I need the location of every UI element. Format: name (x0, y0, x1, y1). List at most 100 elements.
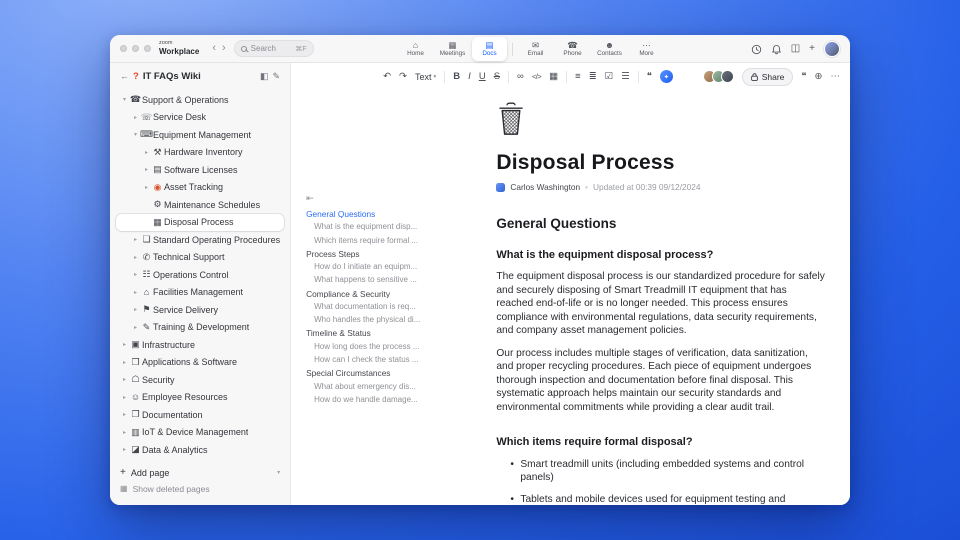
chevron-down-icon[interactable]: ▾ (131, 131, 140, 138)
comment-icon[interactable]: ❝ (647, 72, 652, 82)
collapse-outline-icon[interactable]: ⇤ (306, 194, 420, 203)
align-icon[interactable]: ☰ (621, 72, 630, 82)
compose-icon[interactable]: ✎ (273, 71, 281, 82)
collapse-sidebar-icon[interactable]: ◧ (260, 71, 269, 82)
outline-item-how-long-does-the-process[interactable]: How long does the process ... (306, 343, 420, 351)
bulleted-list-icon[interactable]: ≡ (575, 72, 581, 82)
outline-section-compliance-security[interactable]: Compliance & Security (306, 290, 420, 298)
sidebar-page-infrastructure[interactable]: ▸ ▣ Infrastructure (116, 336, 284, 354)
comments-icon[interactable]: ❝ (801, 72, 806, 82)
chevron-right-icon[interactable]: ▸ (131, 324, 140, 331)
minimize-window-button[interactable] (132, 45, 139, 52)
outline-item-what-about-emergency-dis[interactable]: What about emergency dis... (306, 383, 420, 391)
chevron-right-icon[interactable]: ▸ (120, 376, 129, 383)
share-button[interactable]: Share (741, 67, 794, 86)
tab-email[interactable]: ✉ Email (518, 37, 553, 61)
chevron-right-icon[interactable]: ▸ (120, 429, 129, 436)
sidebar-page-technical-support[interactable]: ▸ ✆ Technical Support (116, 249, 284, 267)
sidebar-page-standard-operating-procedures[interactable]: ▸ ❏ Standard Operating Procedures (116, 231, 284, 249)
tab-home[interactable]: ⌂ Home (398, 37, 433, 61)
outline-item-what-documentation-is-req[interactable]: What documentation is req... (306, 303, 420, 311)
chevron-right-icon[interactable]: ▸ (120, 411, 129, 418)
code-icon[interactable]: </> (532, 73, 542, 81)
sidebar-page-software-licenses[interactable]: ▸ ▤ Software Licenses (116, 161, 284, 179)
strikethrough-icon[interactable]: S (494, 72, 500, 82)
chevron-right-icon[interactable]: ▸ (120, 394, 129, 401)
numbered-list-icon[interactable]: ≣ (589, 72, 597, 82)
bold-icon[interactable]: B (453, 72, 460, 82)
sidebar-page-applications-software[interactable]: ▸ ❒ Applications & Software (116, 354, 284, 372)
sidebar-page-security[interactable]: ▸ ☖ Security (116, 371, 284, 389)
collaborator-avatar[interactable] (720, 70, 734, 83)
checklist-icon[interactable]: ☑ (605, 72, 614, 82)
sidebar-page-documentation[interactable]: ▸ ❐ Documentation (116, 406, 284, 424)
chevron-right-icon[interactable]: ▸ (120, 359, 129, 366)
chevron-right-icon[interactable]: ▸ (120, 341, 129, 348)
outline-item-how-can-i-check-the-status[interactable]: How can I check the status ... (306, 356, 420, 364)
chevron-right-icon[interactable]: ▸ (120, 446, 129, 453)
panel-toggle-icon[interactable]: ◫ (791, 44, 800, 54)
back-button[interactable]: ‹ (212, 43, 216, 54)
chevron-right-icon[interactable]: ▸ (131, 114, 140, 121)
sidebar-page-operations-control[interactable]: ▸ ☷ Operations Control (116, 266, 284, 284)
add-page-button[interactable]: + Add page ▾ (120, 464, 280, 481)
text-style-select[interactable]: Text ▾ (415, 72, 436, 82)
outline-section-process-steps[interactable]: Process Steps (306, 250, 420, 258)
tab-meetings[interactable]: ▦ Meetings (435, 37, 470, 61)
sidebar-page-employee-resources[interactable]: ▸ ☺ Employee Resources (116, 389, 284, 407)
outline-item-how-do-we-handle-damage[interactable]: How do we handle damage... (306, 396, 420, 404)
ai-companion-button[interactable]: ✦ (659, 70, 673, 83)
chevron-right-icon[interactable]: ▸ (131, 306, 140, 313)
tab-docs[interactable]: ▤ Docs (472, 37, 507, 61)
chevron-right-icon[interactable]: ▸ (131, 236, 140, 243)
chevron-right-icon[interactable]: ▸ (131, 289, 140, 296)
forward-button[interactable]: › (222, 43, 226, 54)
underline-icon[interactable]: U (479, 72, 486, 82)
tab-more[interactable]: ⋯ More (629, 37, 664, 61)
redo-icon[interactable]: ↷ (399, 72, 407, 82)
back-arrow-icon[interactable]: ← (120, 71, 129, 81)
document-content[interactable]: Disposal Process Carlos Washington • Upd… (422, 90, 850, 505)
sidebar-page-asset-tracking[interactable]: ▸ ◉ Asset Tracking (116, 179, 284, 197)
plus-icon[interactable]: + (809, 44, 815, 54)
sidebar-page-service-delivery[interactable]: ▸ ⚑ Service Delivery (116, 301, 284, 319)
chevron-right-icon[interactable]: ▸ (142, 166, 151, 173)
history-icon[interactable] (751, 44, 762, 55)
sidebar-page-iot-device-management[interactable]: ▸ ▥ IoT & Device Management (116, 424, 284, 442)
outline-item-who-handles-the-physical-di[interactable]: Who handles the physical di... (306, 316, 420, 324)
chevron-down-icon[interactable]: ▾ (120, 96, 129, 103)
close-window-button[interactable] (120, 45, 127, 52)
outline-section-special-circumstances[interactable]: Special Circumstances (306, 369, 420, 377)
outline-section-general-questions[interactable]: General Questions (306, 210, 420, 218)
italic-icon[interactable]: I (468, 72, 471, 82)
bell-icon[interactable] (771, 44, 782, 55)
sidebar-page-service-desk[interactable]: ▸ ☏ Service Desk (116, 109, 284, 127)
chevron-right-icon[interactable]: ▸ (131, 254, 140, 261)
chevron-down-icon[interactable]: ▾ (277, 469, 280, 476)
sidebar-page-support-operations[interactable]: ▾ ☎ Support & Operations (116, 91, 284, 109)
outline-section-timeline-status[interactable]: Timeline & Status (306, 329, 420, 337)
sidebar-page-disposal-process[interactable]: ▦ Disposal Process (116, 213, 285, 231)
outline-item-how-do-i-initiate-an-equipm[interactable]: How do I initiate an equipm... (306, 263, 420, 271)
tab-phone[interactable]: ☎ Phone (555, 37, 590, 61)
user-avatar[interactable] (824, 41, 840, 57)
outline-item-what-happens-to-sensitive[interactable]: What happens to sensitive ... (306, 276, 420, 284)
sidebar-page-equipment-management[interactable]: ▾ ⌨ Equipment Management (116, 126, 284, 144)
chevron-right-icon[interactable]: ▸ (142, 149, 151, 156)
tab-contacts[interactable]: ☻ Contacts (592, 37, 627, 61)
maximize-window-button[interactable] (144, 45, 151, 52)
sidebar-page-facilities-management[interactable]: ▸ ⌂ Facilities Management (116, 284, 284, 302)
sidebar-page-data-analytics[interactable]: ▸ ◪ Data & Analytics (116, 441, 284, 459)
search-input[interactable]: Search ⌘F (233, 40, 314, 57)
chevron-right-icon[interactable]: ▸ (142, 184, 151, 191)
show-deleted-pages-button[interactable]: ▦ Show deleted pages (120, 481, 280, 497)
chevron-right-icon[interactable]: ▸ (131, 271, 140, 278)
sidebar-page-maintenance-schedules[interactable]: ⚙ Maintenance Schedules (116, 196, 284, 214)
more-options-icon[interactable]: ⋯ (831, 72, 841, 82)
outline-item-what-is-the-equipment-disp[interactable]: What is the equipment disp... (306, 223, 420, 231)
insert-table-icon[interactable]: ▦ (549, 72, 558, 82)
sidebar-page-training-development[interactable]: ▸ ✎ Training & Development (116, 319, 284, 337)
globe-icon[interactable]: ⊕ (815, 72, 823, 82)
undo-icon[interactable]: ↶ (383, 72, 391, 82)
outline-item-which-items-require-formal[interactable]: Which items require formal ... (306, 237, 420, 245)
